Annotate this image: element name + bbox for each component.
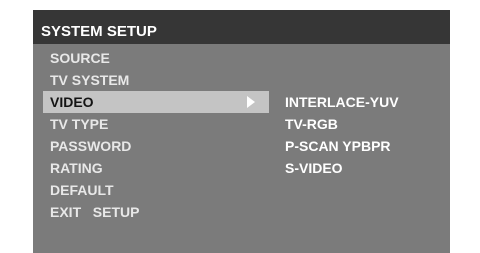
menu-item-label: TV TYPE [50,116,109,132]
menu-item-label: SOURCE [50,50,110,66]
menu-title: SYSTEM SETUP [41,23,157,40]
menu-header: SYSTEM SETUP [33,10,450,44]
menu-item-tv-system[interactable]: TV SYSTEM [33,69,269,91]
submenu-item-label: P-SCAN YPBPR [285,138,391,154]
submenu-item-p-scan-ypbpr[interactable]: P-SCAN YPBPR [285,135,391,157]
menu-item-label: PASSWORD [50,138,132,154]
menu-item-password[interactable]: PASSWORD [33,135,269,157]
menu-item-exit-setup[interactable]: EXIT SETUP [33,201,269,223]
submenu-item-s-video[interactable]: S-VIDEO [285,157,343,179]
triangle-right-icon [247,95,259,111]
menu-item-default[interactable]: DEFAULT [33,179,269,201]
menu-item-label: DEFAULT [50,182,114,198]
submenu-item-interlace-yuv[interactable]: INTERLACE-YUV [285,91,399,113]
submenu-item-label: INTERLACE-YUV [285,94,399,110]
submenu-item-label: S-VIDEO [285,160,343,176]
menu-item-source[interactable]: SOURCE [33,47,269,69]
menu-item-label: RATING [50,160,103,176]
menu-item-label: VIDEO [50,94,94,110]
menu-item-rating[interactable]: RATING [33,157,269,179]
system-setup-menu: SYSTEM SETUP SOURCE TV SYSTEM VIDEO TV T… [33,10,450,253]
submenu-item-tv-rgb[interactable]: TV-RGB [285,113,338,135]
menu-item-label: TV SYSTEM [50,72,130,88]
menu-item-label: EXIT SETUP [50,204,140,220]
submenu-item-label: TV-RGB [285,116,338,132]
menu-item-tv-type[interactable]: TV TYPE [33,113,269,135]
menu-item-video[interactable]: VIDEO [43,91,269,113]
